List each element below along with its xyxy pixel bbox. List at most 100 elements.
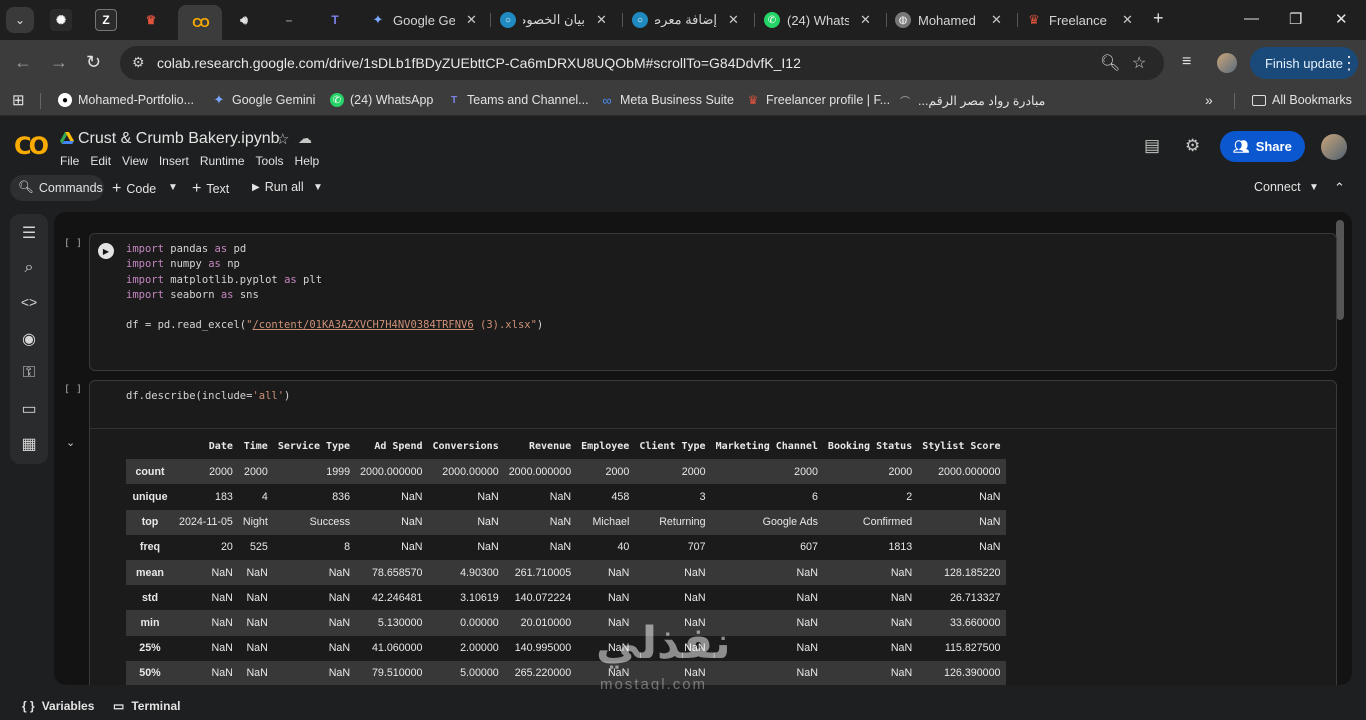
- close-icon[interactable]: ✕: [728, 12, 739, 28]
- comment-icon[interactable]: ▤: [1144, 136, 1160, 156]
- back-arrow-icon[interactable]: ←: [14, 52, 32, 73]
- bookmark-item[interactable]: ● Mohamed-Portfolio...: [58, 93, 194, 107]
- tab-separator: [754, 13, 755, 27]
- bookmark-item[interactable]: ⌒ مبادرة رواد مصر الرقم...: [898, 93, 1045, 108]
- omnibox[interactable]: ⚙︎ colab.research.google.com/drive/1sDLb…: [120, 46, 1164, 80]
- reload-icon[interactable]: ↻: [86, 52, 101, 73]
- pinned-tab-blank[interactable]: –: [278, 9, 300, 31]
- menu-tools[interactable]: Tools: [256, 154, 284, 168]
- menu-edit[interactable]: Edit: [90, 154, 111, 168]
- more-bookmarks-chevron-icon[interactable]: »: [1205, 92, 1213, 108]
- bookmark-item[interactable]: ∞ Meta Business Suite: [600, 93, 734, 108]
- zoom-search-icon[interactable]: 🔍︎: [1100, 53, 1120, 73]
- code-dropdown-caret-icon[interactable]: ▼: [168, 182, 178, 193]
- connect-dropdown-caret-icon[interactable]: ▼: [1309, 182, 1319, 193]
- table-cell: 128.185220: [944, 566, 1001, 579]
- variables-button[interactable]: { } Variables: [22, 699, 94, 713]
- connect-button[interactable]: Connect: [1254, 180, 1301, 194]
- table-cell: NaN: [796, 642, 818, 655]
- bookmark-item[interactable]: ♛ Freelancer profile | F...: [746, 93, 891, 107]
- row-label: unique: [132, 490, 168, 503]
- table-cell: NaN: [796, 667, 818, 680]
- menu-insert[interactable]: Insert: [159, 154, 189, 168]
- menu-runtime[interactable]: Runtime: [200, 154, 245, 168]
- table-of-contents-icon[interactable]: ☰: [10, 223, 48, 243]
- tab-colab-active[interactable]: CO: [178, 5, 222, 40]
- share-button[interactable]: 👥︎ Share: [1220, 131, 1305, 162]
- data-table-icon[interactable]: ▦: [10, 434, 48, 454]
- new-tab-plus-icon[interactable]: +: [1153, 8, 1164, 29]
- folder-icon: [1252, 94, 1266, 106]
- cloud-saved-icon[interactable]: ☁︎: [298, 130, 312, 147]
- scrollbar-thumb[interactable]: [1336, 220, 1344, 320]
- close-icon[interactable]: ✕: [991, 12, 1002, 28]
- site-info-icon[interactable]: ⚙︎: [132, 54, 145, 71]
- close-icon[interactable]: ✕: [1122, 12, 1133, 28]
- table-cell: Returning: [659, 516, 706, 529]
- column-header: Client Type: [639, 441, 706, 453]
- table-row: 25% NaN NaN NaN 41.060000 2.00000 140.995000 Na…: [126, 636, 1006, 661]
- run-dropdown-caret-icon[interactable]: ▼: [313, 182, 323, 193]
- media-controls-icon[interactable]: ≡: [1182, 53, 1191, 71]
- settings-gear-icon[interactable]: ⚙︎: [1185, 136, 1200, 156]
- forward-arrow-icon[interactable]: →: [50, 52, 68, 73]
- google-drive-icon[interactable]: [60, 132, 74, 145]
- table-cell: 2000: [888, 465, 913, 478]
- close-icon[interactable]: ✕: [860, 12, 871, 28]
- minimize-icon[interactable]: —: [1244, 10, 1259, 27]
- tab-freelance[interactable]: ♛ Freelance ✕: [1026, 8, 1133, 32]
- code-snippets-icon[interactable]: <>: [10, 294, 48, 310]
- url-text[interactable]: colab.research.google.com/drive/1sDLb1fB…: [157, 55, 801, 71]
- bookmark-item[interactable]: ✆ (24) WhatsApp: [330, 93, 433, 107]
- add-text-button[interactable]: + Text: [192, 180, 229, 198]
- notebook-title[interactable]: Crust & Crumb Bakery.ipynb: [78, 130, 280, 148]
- star-icon[interactable]: ☆: [276, 130, 289, 148]
- bookmark-item[interactable]: ✦ Google Gemini: [212, 92, 316, 107]
- restore-icon[interactable]: ❐: [1289, 10, 1302, 28]
- apps-grid-icon[interactable]: ⊞: [12, 91, 25, 109]
- tab-search-button[interactable]: ⌄: [6, 7, 34, 33]
- menu-file[interactable]: File: [60, 154, 79, 168]
- pinned-tab-zapier[interactable]: Z: [95, 9, 117, 31]
- run-cell-play-icon[interactable]: ▶: [98, 243, 114, 259]
- table-row: top 2024-11-05 Night Success NaN NaN NaN Michae…: [126, 509, 1006, 535]
- bookmark-item[interactable]: T Teams and Channel...: [447, 93, 589, 107]
- add-code-button[interactable]: + Code: [112, 180, 156, 198]
- bookmark-star-icon[interactable]: ☆: [1132, 53, 1146, 73]
- files-folder-icon[interactable]: ▭: [10, 399, 48, 419]
- close-icon[interactable]: ✕: [596, 12, 607, 28]
- pinned-tab-openai[interactable]: ✺: [50, 9, 72, 31]
- code-cell[interactable]: ▶ import pandas as pd import numpy as np…: [89, 233, 1337, 371]
- all-bookmarks-folder[interactable]: All Bookmarks: [1252, 93, 1352, 107]
- collapse-chevron-up-icon[interactable]: ⌃: [1334, 180, 1345, 196]
- collapse-output-chevron-icon[interactable]: ⌄: [66, 436, 75, 449]
- tab-privacy[interactable]: ○ بيان الخصوصية ✕: [500, 8, 607, 32]
- menu-view[interactable]: View: [122, 154, 148, 168]
- find-replace-icon[interactable]: ⌕: [10, 259, 48, 277]
- close-icon[interactable]: ✕: [466, 12, 477, 28]
- tab-add-gallery[interactable]: ○ إضافة معرض ✕: [632, 8, 739, 32]
- colab-logo[interactable]: CO: [14, 132, 49, 160]
- pinned-tab-freelancer[interactable]: ♛: [140, 9, 162, 31]
- menu-help[interactable]: Help: [295, 154, 320, 168]
- commands-button[interactable]: 🔍︎ Commands: [18, 180, 103, 195]
- terminal-button[interactable]: ▭ Terminal: [113, 699, 180, 713]
- code-editor[interactable]: df.describe(include='all'): [126, 389, 290, 404]
- account-avatar[interactable]: [1321, 134, 1347, 160]
- window-close-icon[interactable]: ✕: [1335, 10, 1348, 28]
- secrets-eye-icon[interactable]: ◉: [10, 329, 48, 349]
- pinned-tab-audio[interactable]: 🔊︎: [233, 9, 255, 31]
- braces-icon: { }: [22, 699, 35, 713]
- tab-gemini[interactable]: ✦ Google Gemini ✕: [370, 8, 477, 32]
- code-editor[interactable]: import pandas as pd import numpy as np i…: [126, 242, 543, 334]
- table-cell: NaN: [890, 616, 913, 629]
- key-icon[interactable]: ⚿: [10, 364, 48, 382]
- more-vert-icon[interactable]: ⋮: [1340, 53, 1358, 74]
- circle-o-icon: ○: [500, 12, 516, 28]
- address-bar-row: ← → ↻ ⚙︎ colab.research.google.com/drive…: [0, 40, 1366, 86]
- profile-avatar[interactable]: [1217, 53, 1237, 73]
- pinned-tab-teams[interactable]: T: [324, 9, 346, 31]
- tab-mohamed[interactable]: ◍ Mohamed ✕: [895, 8, 1002, 32]
- run-all-button[interactable]: ▶ Run all: [252, 180, 304, 194]
- tab-whatsapp[interactable]: ✆ (24) WhatsApp ✕: [764, 8, 871, 32]
